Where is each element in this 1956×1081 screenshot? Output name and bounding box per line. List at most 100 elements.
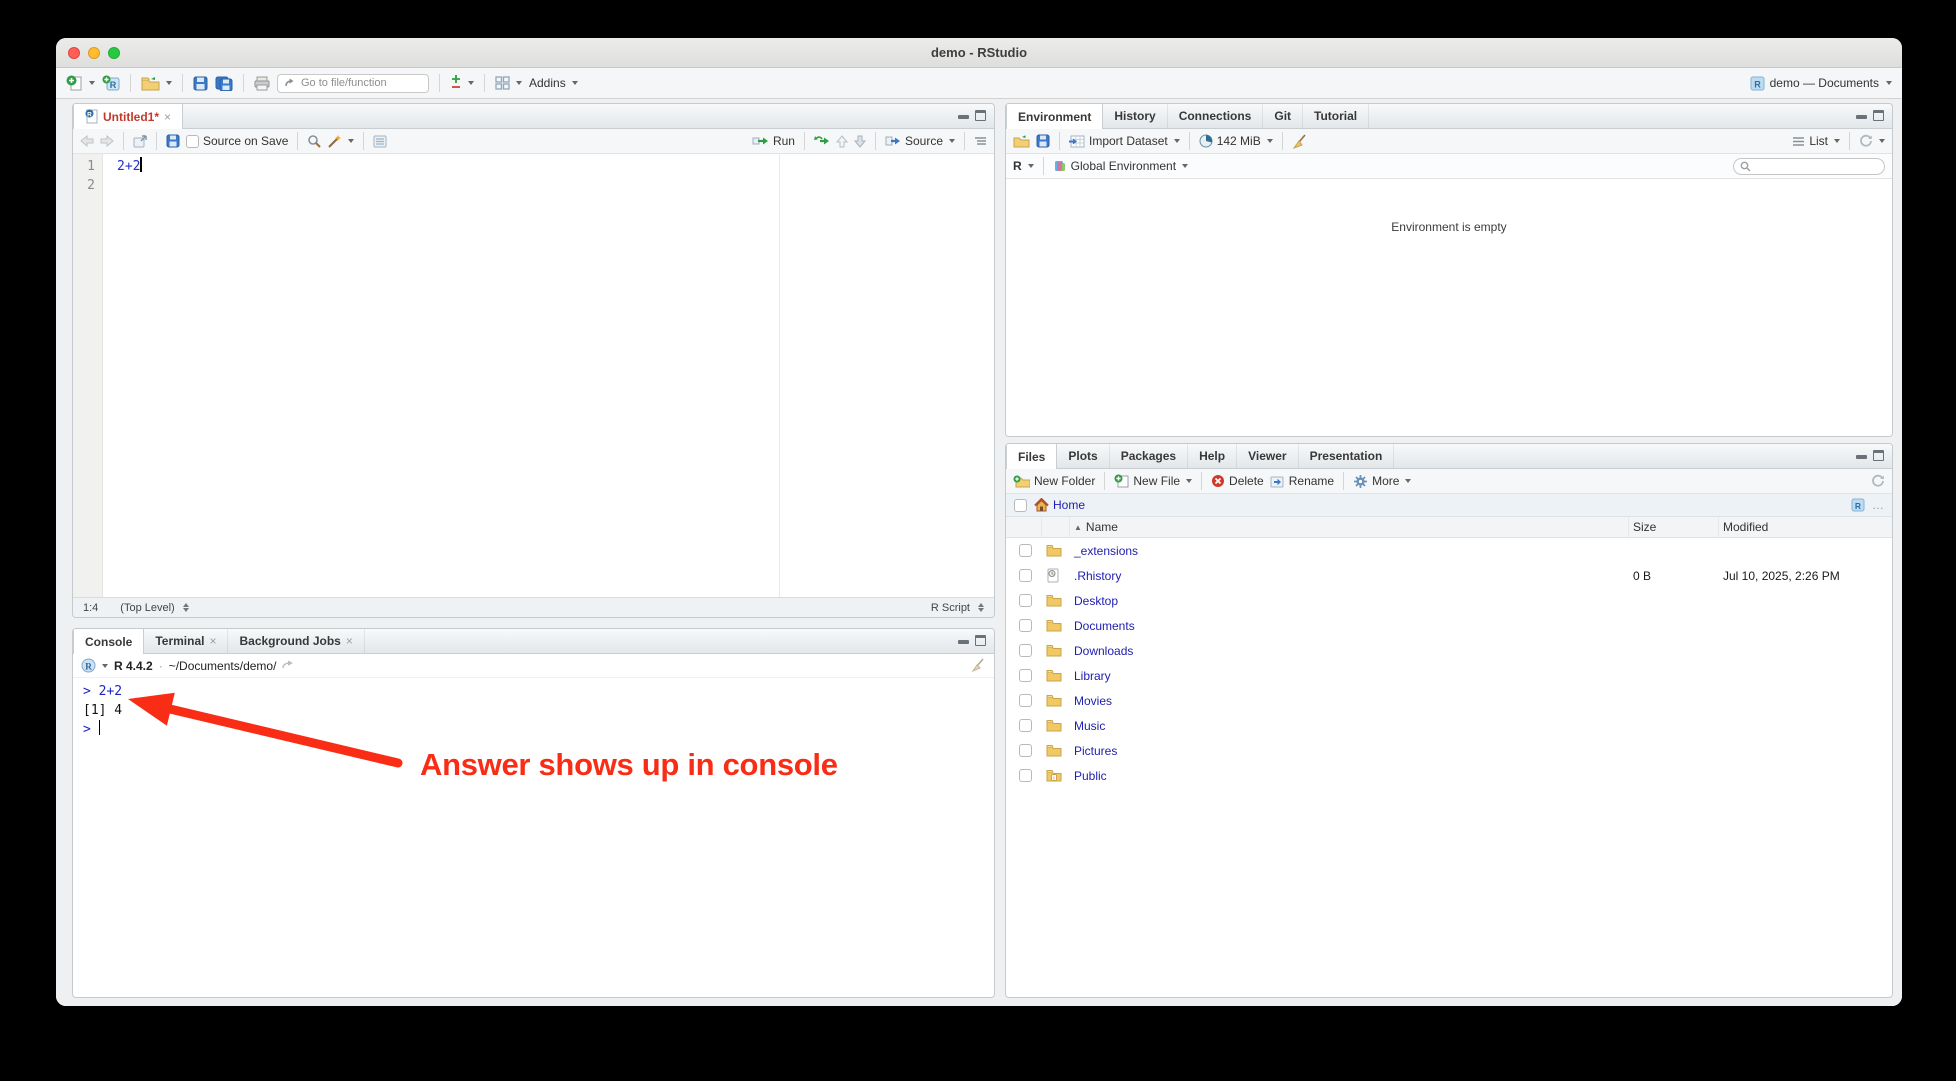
minimize-pane-button[interactable] (1856, 111, 1867, 120)
tab-plots[interactable]: Plots (1057, 444, 1110, 468)
close-icon[interactable]: × (346, 634, 353, 648)
maximize-pane-button[interactable] (1873, 450, 1884, 461)
file-link[interactable]: .Rhistory (1074, 569, 1121, 583)
version-control-button[interactable] (450, 75, 474, 91)
save-document-button[interactable] (166, 134, 180, 148)
row-checkbox[interactable] (1019, 719, 1032, 732)
breadcrumb-home[interactable]: Home (1034, 498, 1085, 512)
maximize-pane-button[interactable] (1873, 110, 1884, 121)
go-to-next-chunk-button[interactable] (853, 135, 866, 148)
memory-usage-button[interactable]: 142 MiB (1199, 134, 1273, 148)
tab-tutorial[interactable]: Tutorial (1303, 104, 1370, 128)
environment-search-input[interactable] (1733, 157, 1885, 175)
tab-environment[interactable]: Environment (1006, 104, 1104, 129)
source-on-save-checkbox[interactable]: Source on Save (186, 134, 288, 148)
addins-button[interactable]: Addins (529, 76, 578, 90)
maximize-pane-button[interactable] (975, 635, 986, 646)
display-mode-button[interactable]: List (1792, 134, 1840, 148)
file-type-selector[interactable]: R Script (931, 602, 984, 614)
tab-viewer[interactable]: Viewer (1237, 444, 1299, 468)
tab-presentation[interactable]: Presentation (1299, 444, 1395, 468)
new-project-button[interactable]: R (102, 75, 120, 91)
forward-button[interactable] (100, 135, 114, 147)
row-checkbox[interactable] (1019, 619, 1032, 632)
document-outline-button[interactable] (974, 136, 987, 147)
row-checkbox[interactable] (1019, 544, 1032, 557)
delete-button[interactable]: Delete (1211, 474, 1264, 488)
rename-button[interactable]: Rename (1270, 474, 1334, 488)
code-tools-button[interactable] (327, 134, 355, 148)
clear-objects-button[interactable] (1292, 133, 1307, 149)
column-header-name[interactable]: ▲ Name (1070, 517, 1629, 537)
environment-scope-selector[interactable]: Global Environment (1053, 159, 1189, 173)
r-version-menu[interactable]: R (81, 658, 108, 673)
file-link[interactable]: Downloads (1074, 644, 1133, 658)
tab-git[interactable]: Git (1263, 104, 1304, 128)
print-button[interactable] (254, 76, 270, 91)
save-all-button[interactable] (215, 76, 233, 91)
popout-button[interactable] (133, 134, 147, 148)
refresh-environment-button[interactable] (1859, 134, 1885, 148)
row-checkbox[interactable] (1019, 594, 1032, 607)
ellipsis-button[interactable]: … (1872, 498, 1884, 512)
language-selector[interactable]: R (1013, 159, 1034, 173)
go-to-previous-chunk-button[interactable] (835, 134, 848, 148)
tab-history[interactable]: History (1103, 104, 1168, 128)
minimize-pane-button[interactable] (958, 636, 969, 645)
tab-terminal[interactable]: Terminal × (144, 629, 229, 653)
row-checkbox[interactable] (1019, 669, 1032, 682)
row-checkbox[interactable] (1019, 569, 1032, 582)
file-link[interactable]: _extensions (1074, 544, 1138, 558)
project-menu-button[interactable]: R demo — Documents (1750, 76, 1892, 91)
row-checkbox[interactable] (1019, 769, 1032, 782)
column-header-modified[interactable]: Modified (1719, 517, 1892, 537)
more-button[interactable]: More (1353, 474, 1412, 489)
file-link[interactable]: Pictures (1074, 744, 1117, 758)
r-project-cube-icon[interactable]: R (1851, 498, 1865, 512)
find-replace-button[interactable] (307, 134, 322, 148)
row-checkbox[interactable] (1019, 744, 1032, 757)
row-checkbox[interactable] (1019, 694, 1032, 707)
tab-console[interactable]: Console (73, 629, 145, 654)
file-link[interactable]: Movies (1074, 694, 1112, 708)
console-output[interactable]: > 2+2 [1] 4 > (73, 678, 994, 997)
maximize-pane-button[interactable] (975, 110, 986, 121)
zoom-window-button[interactable] (108, 47, 120, 59)
editor-body[interactable]: 1 2 2+2 (73, 154, 994, 597)
select-all-checkbox[interactable] (1014, 498, 1027, 512)
editor-code-area[interactable]: 2+2 (103, 154, 994, 597)
tab-background-jobs[interactable]: Background Jobs × (228, 629, 365, 653)
scope-selector[interactable]: (Top Level) (120, 602, 189, 614)
file-link[interactable]: Public (1074, 769, 1107, 783)
new-folder-button[interactable]: New Folder (1013, 474, 1095, 488)
column-header-size[interactable]: Size (1629, 517, 1719, 537)
open-file-button[interactable] (141, 76, 172, 91)
minimize-window-button[interactable] (88, 47, 100, 59)
file-link[interactable]: Documents (1074, 619, 1135, 633)
run-button[interactable]: Run (752, 134, 795, 148)
import-dataset-button[interactable]: Import Dataset (1069, 134, 1180, 148)
goto-file-input[interactable]: Go to file/function (277, 73, 429, 93)
minimize-pane-button[interactable] (958, 111, 969, 120)
save-button[interactable] (193, 76, 208, 91)
clear-console-icon[interactable] (971, 658, 986, 673)
tab-help[interactable]: Help (1188, 444, 1238, 468)
tab-files[interactable]: Files (1006, 444, 1058, 469)
load-workspace-button[interactable] (1013, 134, 1030, 148)
back-button[interactable] (80, 135, 94, 147)
compile-report-button[interactable] (373, 135, 387, 148)
file-link[interactable]: Music (1074, 719, 1105, 733)
source-button[interactable]: Source (885, 134, 955, 148)
pane-layout-button[interactable] (495, 76, 522, 90)
save-workspace-button[interactable] (1036, 134, 1050, 148)
file-link[interactable]: Library (1074, 669, 1111, 683)
close-icon[interactable]: × (209, 634, 216, 648)
refresh-files-button[interactable] (1871, 474, 1885, 488)
file-link[interactable]: Desktop (1074, 594, 1118, 608)
rerun-button[interactable] (813, 135, 830, 147)
row-checkbox[interactable] (1019, 644, 1032, 657)
minimize-pane-button[interactable] (1856, 451, 1867, 460)
close-icon[interactable]: × (164, 110, 171, 124)
new-file-button[interactable] (66, 75, 95, 91)
tab-untitled1[interactable]: R Untitled1* × (73, 104, 184, 129)
